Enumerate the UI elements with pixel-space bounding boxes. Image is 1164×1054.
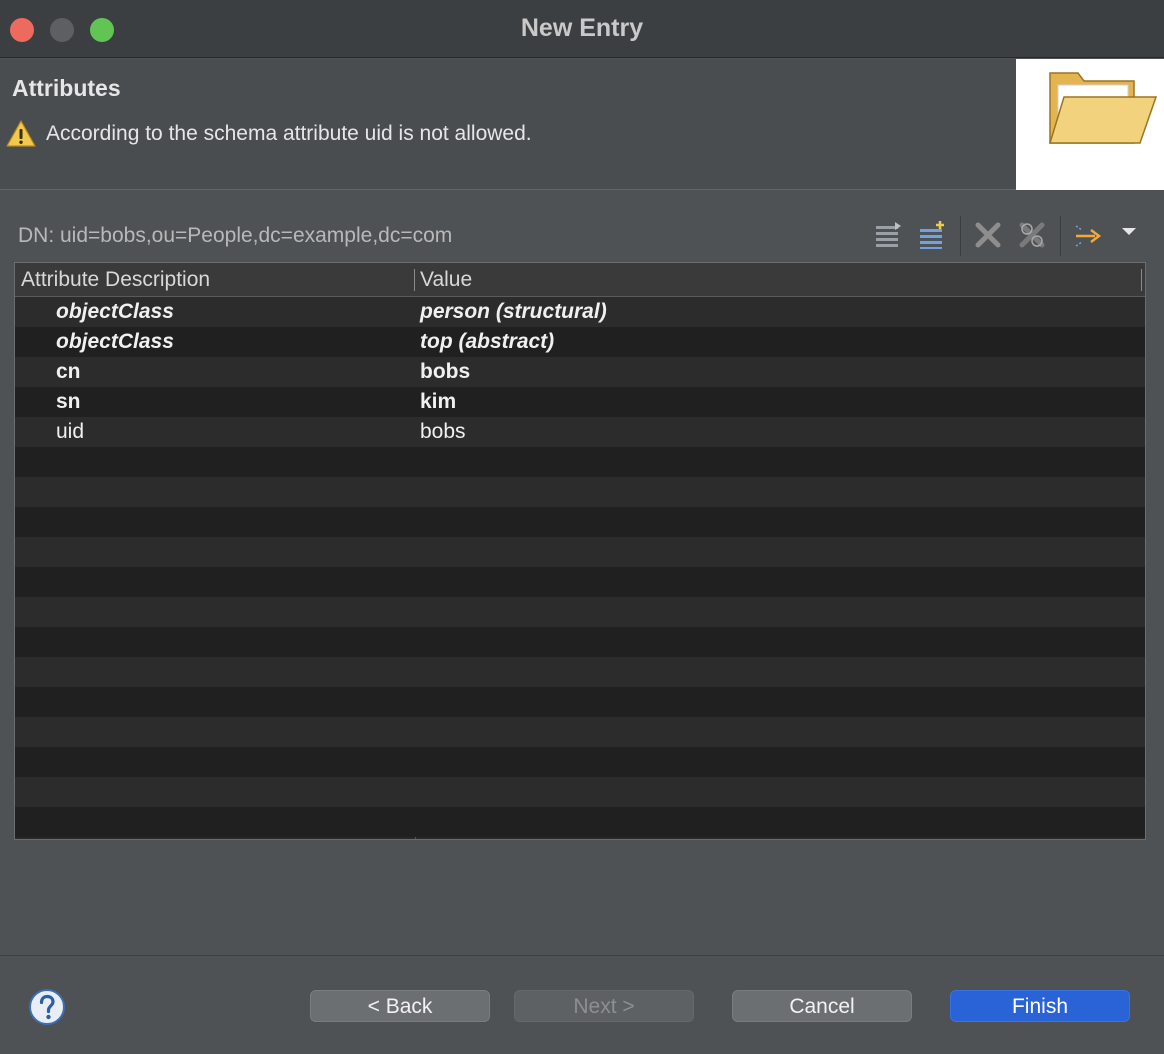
view-menu-icon bbox=[1122, 228, 1136, 235]
delete-all-icon bbox=[1019, 222, 1045, 248]
table-row[interactable]: objectClass top (abstract) bbox=[15, 327, 1145, 357]
attribute-toolbar bbox=[0, 216, 1164, 256]
warning-text: According to the schema attribute uid is… bbox=[46, 122, 532, 145]
banner-image bbox=[1016, 59, 1164, 190]
empty-row bbox=[15, 477, 1145, 507]
title-bar: New Entry bbox=[0, 0, 1164, 58]
table-row[interactable]: cn bobs bbox=[15, 357, 1145, 387]
empty-row bbox=[15, 567, 1145, 597]
new-attribute-button[interactable] bbox=[915, 218, 949, 252]
empty-row bbox=[15, 747, 1145, 777]
footer-divider bbox=[0, 955, 1164, 956]
attribute-cell: objectClass bbox=[56, 330, 174, 353]
warning-message: According to the schema attribute uid is… bbox=[6, 117, 532, 151]
empty-row bbox=[15, 777, 1145, 807]
attribute-cell: objectClass bbox=[56, 300, 174, 323]
empty-row bbox=[15, 447, 1145, 477]
empty-row bbox=[15, 687, 1145, 717]
table-row[interactable]: uid bobs bbox=[15, 417, 1145, 447]
new-value-button[interactable] bbox=[871, 218, 905, 252]
cancel-button[interactable]: Cancel bbox=[732, 990, 912, 1022]
value-cell: person (structural) bbox=[420, 300, 607, 323]
open-folder-icon bbox=[1048, 72, 1158, 144]
move-button[interactable] bbox=[1071, 218, 1105, 252]
page-title: Attributes bbox=[12, 75, 121, 101]
table-body: objectClass person (structural) objectCl… bbox=[15, 297, 1145, 837]
attribute-cell: cn bbox=[56, 360, 81, 383]
value-cell: top (abstract) bbox=[420, 330, 555, 353]
new-value-icon bbox=[876, 222, 901, 247]
window-title: New Entry bbox=[520, 14, 644, 42]
attributes-table[interactable]: Attribute Description Value objectClass … bbox=[14, 262, 1146, 840]
move-icon bbox=[1075, 225, 1102, 247]
help-icon bbox=[29, 989, 65, 1025]
value-cell: bobs bbox=[420, 360, 471, 383]
view-menu-button[interactable] bbox=[1114, 214, 1144, 248]
table-header: Attribute Description Value bbox=[15, 263, 1145, 297]
wizard-header: Attributes According to the schema attri… bbox=[0, 59, 1164, 190]
back-button[interactable]: < Back bbox=[310, 990, 490, 1022]
empty-row bbox=[15, 717, 1145, 747]
table-row[interactable]: sn kim bbox=[15, 387, 1145, 417]
empty-row bbox=[15, 627, 1145, 657]
new-attribute-icon bbox=[920, 221, 944, 249]
empty-row bbox=[15, 807, 1145, 837]
empty-row bbox=[15, 537, 1145, 567]
empty-row bbox=[15, 597, 1145, 627]
column-header-attribute[interactable]: Attribute Description bbox=[21, 268, 210, 292]
table-row[interactable]: objectClass person (structural) bbox=[15, 297, 1145, 327]
attribute-cell: uid bbox=[56, 420, 85, 443]
warning-icon bbox=[6, 120, 36, 147]
delete-all-button[interactable] bbox=[1015, 218, 1049, 252]
help-button[interactable] bbox=[28, 988, 66, 1026]
attribute-cell: sn bbox=[56, 390, 81, 413]
empty-row bbox=[15, 507, 1145, 537]
delete-icon bbox=[975, 222, 1001, 248]
delete-button[interactable] bbox=[971, 218, 1005, 252]
next-button[interactable]: Next > bbox=[514, 990, 694, 1022]
value-cell: bobs bbox=[420, 420, 466, 443]
empty-row bbox=[15, 657, 1145, 687]
column-header-value[interactable]: Value bbox=[420, 268, 472, 292]
value-cell: kim bbox=[420, 390, 457, 413]
finish-button[interactable]: Finish bbox=[950, 990, 1130, 1022]
